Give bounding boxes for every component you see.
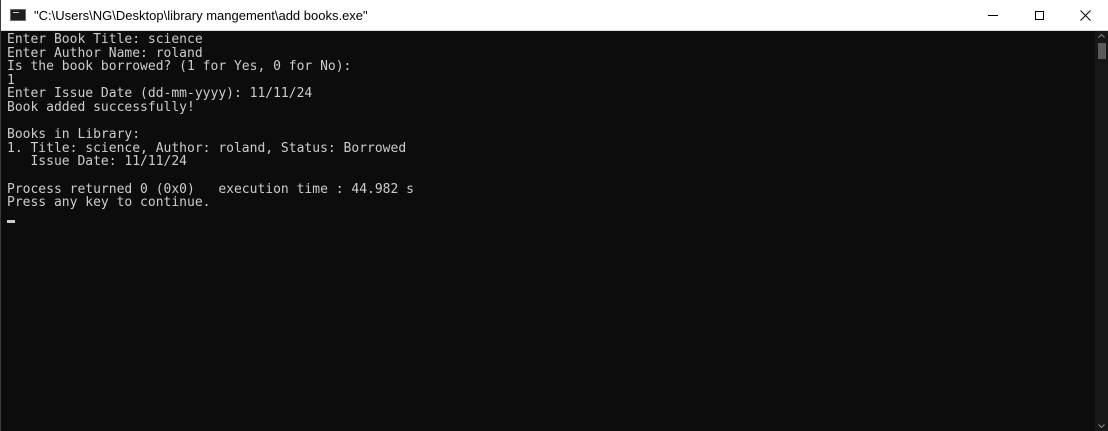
chevron-up-icon xyxy=(1098,34,1105,38)
scroll-down-button[interactable] xyxy=(1095,421,1108,431)
minimize-icon xyxy=(988,14,998,16)
console-line: Enter Issue Date (dd-mm-yyyy): 11/11/24 xyxy=(7,86,313,102)
console-app-icon[interactable] xyxy=(10,9,26,21)
console-line: 1. Title: science, Author: roland, Statu… xyxy=(7,140,407,156)
console-line: Is the book borrowed? (1 for Yes, 0 for … xyxy=(7,59,352,75)
close-button[interactable] xyxy=(1062,0,1108,30)
minimize-button[interactable] xyxy=(970,0,1016,30)
console-line: Press any key to continue. xyxy=(7,195,211,211)
console-line: Process returned 0 (0x0) execution time … xyxy=(7,181,414,197)
console-line: Enter Author Name: roland xyxy=(7,45,203,61)
vertical-scrollbar[interactable] xyxy=(1095,31,1108,431)
scroll-up-button[interactable] xyxy=(1095,31,1108,41)
console-line: Issue Date: 11/11/24 xyxy=(7,154,188,170)
console-output[interactable]: Enter Book Title: science Enter Author N… xyxy=(1,31,1096,431)
maximize-icon xyxy=(1034,10,1044,20)
console-line: Books in Library: xyxy=(7,127,141,143)
close-icon xyxy=(1079,9,1091,21)
maximize-button[interactable] xyxy=(1016,0,1062,30)
console-line: Book added successfully! xyxy=(7,99,195,115)
console-window: "C:\Users\NG\Desktop\library mangement\a… xyxy=(0,0,1108,431)
text-cursor xyxy=(7,219,15,223)
window-controls xyxy=(970,0,1108,30)
scroll-thumb[interactable] xyxy=(1098,43,1106,59)
chevron-down-icon xyxy=(1098,424,1105,428)
window-title: "C:\Users\NG\Desktop\library mangement\a… xyxy=(34,7,368,23)
title-bar[interactable]: "C:\Users\NG\Desktop\library mangement\a… xyxy=(1,0,1108,31)
console-line: 1 xyxy=(7,72,15,88)
console-line: Enter Book Title: science xyxy=(7,32,203,47)
